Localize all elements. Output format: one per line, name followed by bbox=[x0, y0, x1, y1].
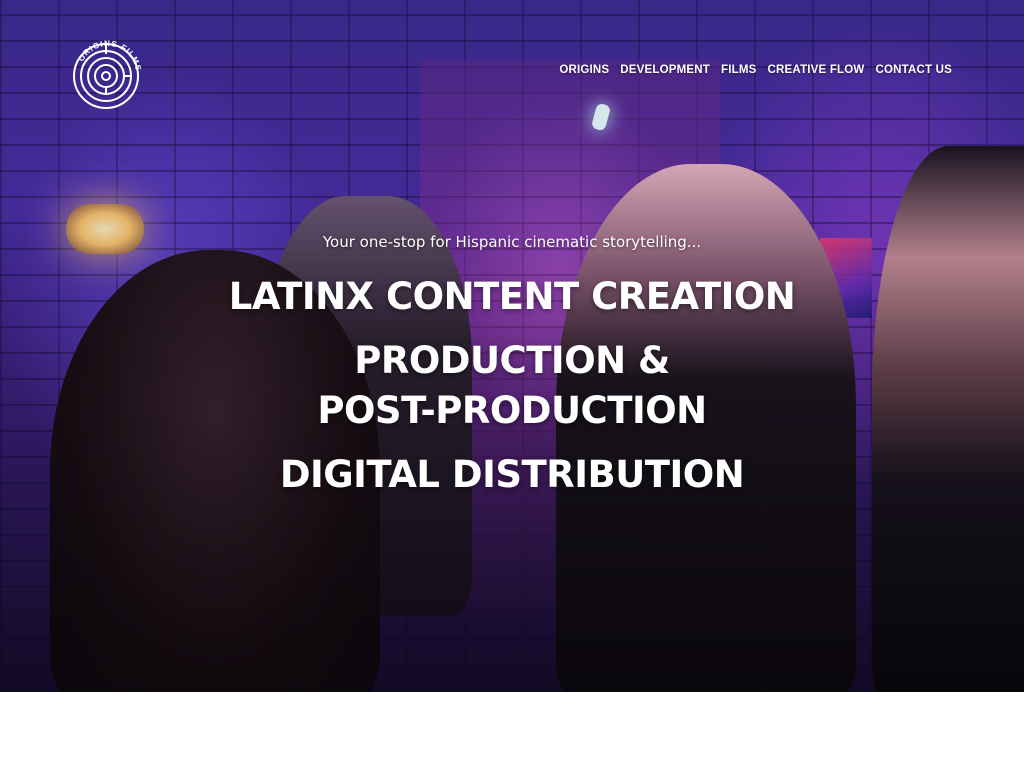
nav-item-contact-us[interactable]: CONTACT US bbox=[875, 64, 952, 76]
hero-section: ORIGINS FILMS ORIGINS DEVELOPMENT FILMS … bbox=[0, 0, 1024, 692]
nav-item-creative-flow[interactable]: CREATIVE FLOW bbox=[768, 64, 865, 76]
nav-item-films[interactable]: FILMS bbox=[721, 64, 757, 76]
headline-production: PRODUCTION & POST-PRODUCTION bbox=[0, 336, 1024, 436]
spiral-maze-icon: ORIGINS FILMS bbox=[73, 39, 142, 109]
site-logo[interactable]: ORIGINS FILMS bbox=[66, 34, 150, 110]
nav-item-development[interactable]: DEVELOPMENT bbox=[620, 64, 710, 76]
headline-production-line-1: PRODUCTION & bbox=[354, 339, 670, 382]
headline-digital-distribution: DIGITAL DISTRIBUTION bbox=[279, 453, 745, 496]
nav-item-origins[interactable]: ORIGINS bbox=[559, 64, 609, 76]
page-content-area bbox=[0, 692, 1024, 768]
main-nav: ORIGINS DEVELOPMENT FILMS CREATIVE FLOW … bbox=[559, 64, 952, 76]
headline-content-creation: LATINX CONTENT CREATION bbox=[228, 275, 796, 318]
headline-production-line-2: POST-PRODUCTION bbox=[317, 389, 707, 432]
hero-tagline: Your one-stop for Hispanic cinematic sto… bbox=[322, 233, 702, 251]
